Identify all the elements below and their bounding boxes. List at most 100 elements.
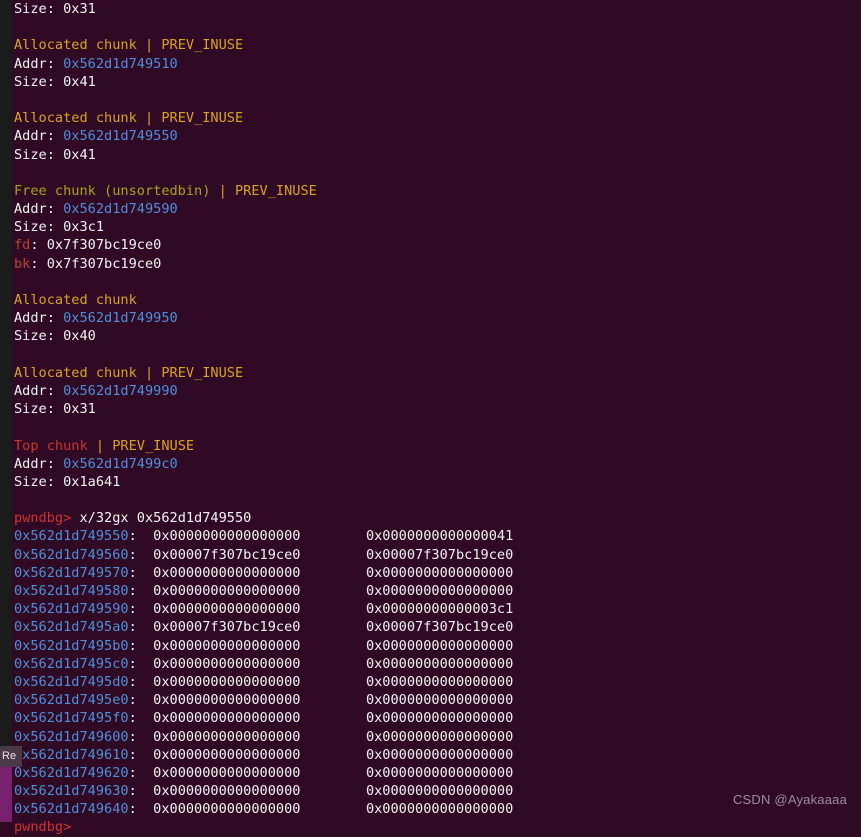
dump-word-2: 0x0000000000000000 <box>365 583 514 599</box>
prompt-line: pwndbg> <box>0 818 861 836</box>
addr-label: Addr: <box>14 201 64 218</box>
dump-address: 0x562d1d749600 <box>14 728 129 745</box>
dump-word-1: 0x0000000000000000 <box>144 746 301 763</box>
memory-dump-row: 0x562d1d749550: 0x0000000000000000 0x000… <box>0 527 861 545</box>
separator-bar: | <box>210 182 235 199</box>
dump-gap <box>300 783 365 799</box>
dump-gap <box>300 583 365 599</box>
addr-value: 0x562d1d749550 <box>63 128 178 145</box>
dump-gap <box>300 528 365 544</box>
dump-address: 0x562d1d749590 <box>14 601 129 618</box>
size-label: Size: <box>14 146 64 163</box>
separator-bar: | <box>136 37 162 54</box>
size-value: 0x31 <box>63 1 96 17</box>
dump-gap <box>300 729 365 745</box>
dump-colon: : <box>128 655 145 672</box>
chunk-size-line: Size: 0x1a641 <box>0 473 861 491</box>
memory-dump-row: 0x562d1d7495c0: 0x0000000000000000 0x000… <box>0 655 861 673</box>
memory-dump-row: 0x562d1d749610: 0x0000000000000000 0x000… <box>0 746 861 764</box>
size-value: 0x1a641 <box>63 473 121 490</box>
addr-label: Addr: <box>14 382 64 399</box>
memory-dump-row: 0x562d1d7495e0: 0x0000000000000000 0x000… <box>0 691 861 709</box>
pointer-label: bk <box>14 255 31 272</box>
addr-value: 0x562d1d749510 <box>63 55 178 72</box>
prompt-command-line: pwndbg> x/32gx 0x562d1d749550 <box>0 509 861 527</box>
chunk-flag-label: PREV_INUSE <box>161 37 244 54</box>
size-label: Size: <box>14 328 64 345</box>
chunk-pointer-line: fd: 0x7f307bc19ce0 <box>0 236 861 254</box>
dump-word-2: 0x0000000000000000 <box>365 710 514 727</box>
os-dock-strip[interactable] <box>0 0 12 822</box>
separator-bar: | <box>136 110 162 127</box>
dump-address: 0x562d1d7495d0 <box>14 673 129 690</box>
dump-gap <box>300 674 365 690</box>
dump-word-2: 0x00007f307bc19ce0 <box>365 619 514 636</box>
size-label: Size: <box>14 219 64 236</box>
terminal-output[interactable]: Size: 0x31 Allocated chunk | PREV_INUSE A… <box>0 0 861 835</box>
chunk-header-line: Top chunk | PREV_INUSE <box>0 437 861 455</box>
dump-gap <box>300 601 365 617</box>
chunk-header-line: Allocated chunk <box>0 291 861 309</box>
chunk-size-line: Size: 0x41 <box>0 73 861 91</box>
chunk-size-line: Size: 0x40 <box>0 327 861 345</box>
chunk-header-line: Allocated chunk | PREV_INUSE <box>0 364 861 382</box>
dump-gap <box>300 747 365 763</box>
dump-word-1: 0x0000000000000000 <box>144 655 301 672</box>
dump-address: 0x562d1d749570 <box>14 564 129 581</box>
addr-value: 0x562d1d7499c0 <box>63 455 178 472</box>
dump-word-2: 0x0000000000000000 <box>365 692 514 709</box>
size-label: Size: <box>14 401 64 418</box>
dump-word-2: 0x0000000000000000 <box>365 746 514 763</box>
chunk-flag-label: PREV_INUSE <box>161 110 244 127</box>
dump-word-2: 0x0000000000000000 <box>365 783 514 800</box>
memory-dump-row: 0x562d1d749640: 0x0000000000000000 0x000… <box>0 800 861 818</box>
dump-word-1: 0x00007f307bc19ce0 <box>144 546 301 563</box>
chunk-type-label: Allocated chunk <box>14 292 137 308</box>
dump-word-1: 0x0000000000000000 <box>144 783 301 800</box>
dump-colon: : <box>128 528 145 545</box>
dump-colon: : <box>128 783 145 800</box>
pointer-label: fd <box>14 237 31 254</box>
dump-colon: : <box>128 619 145 636</box>
memory-dump-row: 0x562d1d7495b0: 0x0000000000000000 0x000… <box>0 637 861 655</box>
chunk-size-line: Size: 0x3c1 <box>0 218 861 236</box>
dump-address: 0x562d1d7495b0 <box>14 637 129 654</box>
dump-word-1: 0x0000000000000000 <box>144 764 301 781</box>
dump-word-2: 0x00000000000003c1 <box>365 601 514 618</box>
size-value: 0x40 <box>63 328 96 345</box>
dock-active-app-indicator[interactable] <box>0 762 12 822</box>
dump-address: 0x562d1d749580 <box>14 583 129 599</box>
chunk-size-line: Size: 0x31 <box>0 0 861 18</box>
memory-dump-row: 0x562d1d7495f0: 0x0000000000000000 0x000… <box>0 709 861 727</box>
memory-dump-row: 0x562d1d749630: 0x0000000000000000 0x000… <box>0 782 861 800</box>
addr-label: Addr: <box>14 455 64 472</box>
dump-address: 0x562d1d7495c0 <box>14 655 129 672</box>
command-text: x/32gx 0x562d1d749550 <box>71 510 252 527</box>
dump-word-2: 0x0000000000000000 <box>365 655 514 672</box>
dump-colon: : <box>128 601 145 618</box>
chunk-size-line: Size: 0x31 <box>0 400 861 418</box>
memory-dump-row: 0x562d1d749570: 0x0000000000000000 0x000… <box>0 564 861 582</box>
memory-dump-row: 0x562d1d749600: 0x0000000000000000 0x000… <box>0 728 861 746</box>
chunk-type-label: Free chunk (unsortedbin) <box>14 182 211 199</box>
dump-colon: : <box>128 583 145 599</box>
dump-gap <box>300 765 365 781</box>
memory-dump-row: 0x562d1d749590: 0x0000000000000000 0x000… <box>0 600 861 618</box>
addr-label: Addr: <box>14 55 64 72</box>
memory-dump-row: 0x562d1d749560: 0x00007f307bc19ce0 0x000… <box>0 546 861 564</box>
dump-word-1: 0x00007f307bc19ce0 <box>144 619 301 636</box>
chunk-header-line: Allocated chunk | PREV_INUSE <box>0 36 861 54</box>
dump-colon: : <box>128 637 145 654</box>
dump-gap <box>300 547 365 563</box>
dump-address: 0x562d1d749620 <box>14 764 129 781</box>
pointer-value: : 0x7f307bc19ce0 <box>30 237 162 254</box>
dump-address: 0x562d1d749610 <box>14 746 129 763</box>
size-value: 0x3c1 <box>63 219 105 236</box>
chunk-size-line: Size: 0x41 <box>0 146 861 164</box>
dump-word-2: 0x0000000000000000 <box>365 564 514 581</box>
